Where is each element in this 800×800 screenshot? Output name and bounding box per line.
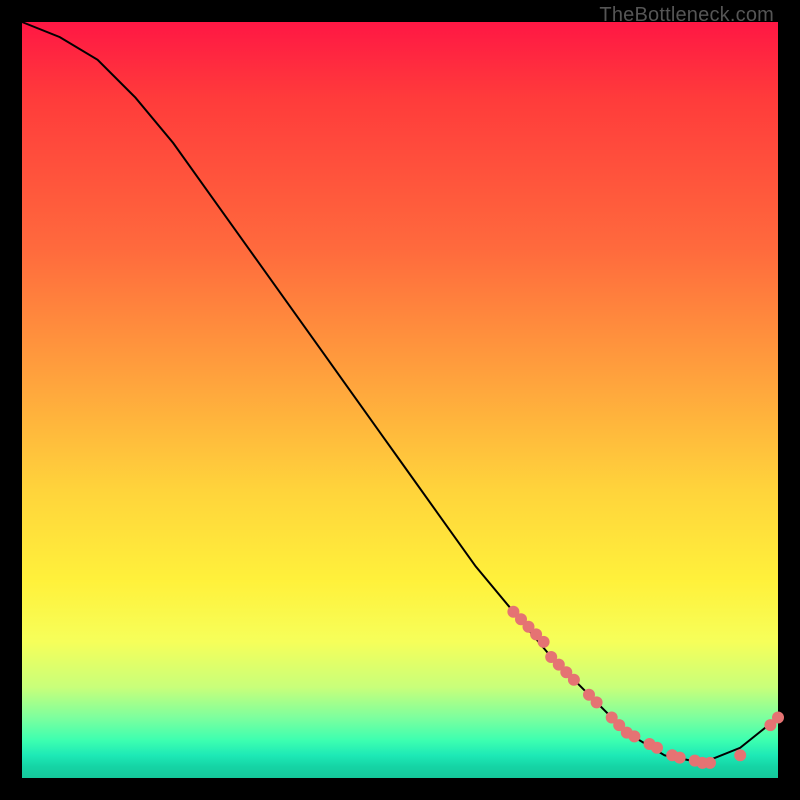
scatter-point [674,752,686,764]
scatter-point [704,757,716,769]
chart-scatter-points [507,606,784,769]
scatter-point [651,742,663,754]
chart-frame: TheBottleneck.com [0,0,800,800]
chart-curve [22,22,778,763]
scatter-point [734,749,746,761]
scatter-point [591,696,603,708]
scatter-point [538,636,550,648]
scatter-point [772,712,784,724]
scatter-point [568,674,580,686]
watermark-text: TheBottleneck.com [599,4,774,27]
chart-overlay-svg [22,22,778,778]
scatter-point [628,730,640,742]
